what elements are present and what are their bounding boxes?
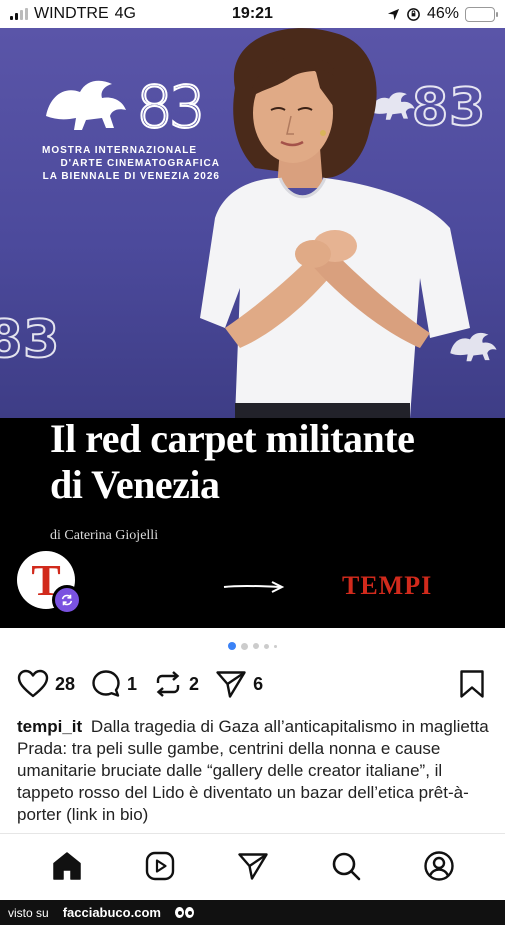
status-bar: WINDTRE 4G 19:21 46% xyxy=(0,0,505,28)
battery-icon xyxy=(465,6,498,22)
swipe-arrow-icon xyxy=(223,581,285,593)
share-button[interactable]: 6 xyxy=(215,669,263,699)
footer-prefix: visto su xyxy=(8,905,49,920)
comment-icon xyxy=(92,670,120,697)
share-count: 6 xyxy=(253,673,264,694)
carousel-dot-active xyxy=(228,642,236,650)
headline-line-1: Il red carpet militante xyxy=(50,416,415,461)
post-image[interactable]: 83 MOSTRA INTERNAZIONALE D'ARTE CINEMATO… xyxy=(0,28,505,628)
divider xyxy=(0,833,505,834)
carousel-dot xyxy=(274,644,277,648)
save-button[interactable] xyxy=(459,669,485,704)
carousel-dot xyxy=(253,643,259,649)
logo-line-2: D'ARTE CINEMATOGRAFICA xyxy=(60,158,220,169)
nav-reels[interactable] xyxy=(144,850,176,887)
like-count: 28 xyxy=(55,673,76,694)
logo-text: MOSTRA INTERNAZIONALE D'ARTE CINEMATOGRA… xyxy=(42,144,220,183)
caption-username[interactable]: tempi_it xyxy=(17,717,82,736)
edition-number: 83 xyxy=(135,73,207,141)
bookmark-icon xyxy=(460,670,484,698)
orientation-lock-icon xyxy=(407,7,420,21)
heart-icon xyxy=(17,669,49,698)
repost-icon xyxy=(61,594,73,606)
post-actions: 28 1 2 6 xyxy=(17,667,279,701)
reels-icon xyxy=(145,851,174,880)
logo-line-3: LA BIENNALE DI VENEZIA 2026 xyxy=(42,171,220,182)
winged-lion-icon xyxy=(46,80,126,130)
headline: Il red carpet militante di Venezia xyxy=(50,416,490,508)
home-icon xyxy=(52,851,81,880)
comment-button[interactable]: 1 xyxy=(91,669,137,699)
logo-line-1: MOSTRA INTERNAZIONALE xyxy=(42,145,198,156)
carousel-dot xyxy=(241,642,248,650)
location-icon xyxy=(387,8,400,20)
red-carpet-photo: 83 MOSTRA INTERNAZIONALE D'ARTE CINEMATO… xyxy=(0,28,505,418)
nav-messages[interactable] xyxy=(237,850,269,887)
post-caption: tempi_it Dalla tragedia di Gaza all’anti… xyxy=(17,716,492,826)
repost-icon xyxy=(156,671,180,697)
nav-home[interactable] xyxy=(51,850,83,887)
woman-figure xyxy=(200,28,470,418)
edition-number: 83 xyxy=(0,310,61,370)
repost-count: 2 xyxy=(189,673,200,694)
biennale-logo: 83 MOSTRA INTERNAZIONALE D'ARTE CINEMATO… xyxy=(42,76,220,183)
profile-icon xyxy=(423,850,454,881)
headline-line-2: di Venezia xyxy=(50,462,220,507)
nav-search[interactable] xyxy=(330,850,362,887)
footer-site-name: facciabuco.com xyxy=(62,905,161,920)
carousel-indicator xyxy=(0,642,505,650)
like-button[interactable]: 28 xyxy=(17,669,75,699)
search-icon xyxy=(332,852,360,880)
repost-button[interactable]: 2 xyxy=(153,669,199,699)
watermark-footer: visto su facciabuco.com xyxy=(0,900,505,925)
eyes-logo-icon xyxy=(174,907,194,918)
battery-percent: 46% xyxy=(426,5,459,22)
send-icon xyxy=(216,671,246,698)
carousel-dot xyxy=(264,643,269,649)
nav-profile[interactable] xyxy=(423,850,455,887)
tempi-brand: TEMPI xyxy=(342,571,433,600)
status-right: 46% xyxy=(387,5,498,23)
repost-badge xyxy=(52,585,82,615)
comment-count: 1 xyxy=(127,673,138,694)
background-logo-left: 83 xyxy=(0,313,60,367)
footer-site: facciabuco.com xyxy=(63,905,161,920)
send-icon xyxy=(237,852,268,880)
byline: di Caterina Giojelli xyxy=(50,528,159,543)
bottom-nav xyxy=(0,846,505,890)
caption-text: Dalla tragedia di Gaza all’anticapitalis… xyxy=(17,717,489,824)
